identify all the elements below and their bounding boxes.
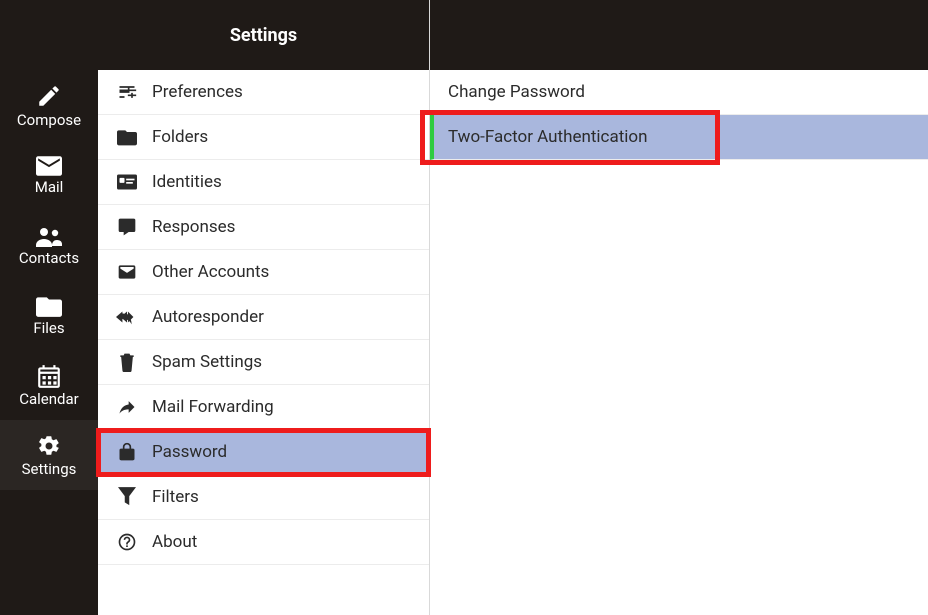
filter-icon	[114, 487, 140, 507]
envelope-open-icon	[114, 262, 140, 282]
nav-files-label: Files	[33, 321, 64, 336]
nav-mail-label: Mail	[35, 180, 64, 195]
nav-settings-label: Settings	[22, 462, 77, 477]
settings-item-label: Folders	[152, 127, 208, 147]
nav-contacts[interactable]: Contacts	[0, 210, 98, 280]
nav-calendar[interactable]: Calendar	[0, 350, 98, 420]
comment-icon	[114, 217, 140, 237]
sub-column: Change Password Two-Factor Authenticatio…	[430, 0, 928, 615]
settings-item-label: Identities	[152, 172, 222, 192]
sub-item-label: Change Password	[448, 82, 585, 102]
settings-item-label: Mail Forwarding	[152, 397, 274, 417]
settings-item-label: Spam Settings	[152, 352, 262, 372]
nav-rail: Compose Mail Contacts Files Calendar Set…	[0, 0, 98, 615]
gear-icon	[37, 434, 61, 458]
id-card-icon	[114, 174, 140, 190]
sub-header	[430, 0, 928, 70]
settings-item-label: Other Accounts	[152, 262, 269, 282]
settings-item-folders[interactable]: Folders	[98, 115, 429, 160]
files-icon	[36, 295, 62, 317]
settings-item-password[interactable]: Password	[98, 430, 429, 475]
folder-icon	[114, 128, 140, 146]
nav-contacts-label: Contacts	[19, 251, 79, 266]
settings-item-label: Responses	[152, 217, 235, 237]
nav-calendar-label: Calendar	[19, 392, 79, 407]
settings-item-about[interactable]: About	[98, 520, 429, 565]
compose-icon	[36, 83, 62, 109]
nav-mail[interactable]: Mail	[0, 140, 98, 210]
settings-title: Settings	[98, 0, 429, 70]
sliders-icon	[114, 82, 140, 102]
settings-item-identities[interactable]: Identities	[98, 160, 429, 205]
nav-settings[interactable]: Settings	[0, 420, 98, 490]
settings-list: Preferences Folders Identities Responses	[98, 70, 429, 615]
settings-item-label: About	[152, 532, 197, 552]
contacts-icon	[34, 225, 64, 247]
sub-item-two-factor[interactable]: Two-Factor Authentication	[430, 115, 928, 160]
settings-item-other-accounts[interactable]: Other Accounts	[98, 250, 429, 295]
settings-item-label: Password	[152, 442, 227, 462]
settings-item-responses[interactable]: Responses	[98, 205, 429, 250]
settings-item-label: Filters	[152, 487, 199, 507]
nav-compose-label: Compose	[17, 113, 81, 128]
settings-item-autoresponder[interactable]: Autoresponder	[98, 295, 429, 340]
settings-item-label: Autoresponder	[152, 307, 264, 327]
sub-item-label: Two-Factor Authentication	[448, 127, 647, 147]
question-circle-icon	[114, 532, 140, 552]
calendar-icon	[36, 364, 62, 388]
settings-column: Settings Preferences Folders Identities …	[98, 0, 430, 615]
lock-icon	[114, 442, 140, 462]
reply-all-icon	[114, 308, 140, 326]
mail-icon	[36, 156, 62, 176]
share-icon	[114, 397, 140, 417]
nav-files[interactable]: Files	[0, 280, 98, 350]
sub-item-change-password[interactable]: Change Password	[430, 70, 928, 115]
settings-item-label: Preferences	[152, 82, 243, 102]
sub-list: Change Password Two-Factor Authenticatio…	[430, 70, 928, 615]
settings-item-spam-settings[interactable]: Spam Settings	[98, 340, 429, 385]
settings-item-filters[interactable]: Filters	[98, 475, 429, 520]
trash-icon	[114, 352, 140, 372]
settings-item-mail-forwarding[interactable]: Mail Forwarding	[98, 385, 429, 430]
settings-item-preferences[interactable]: Preferences	[98, 70, 429, 115]
nav-compose[interactable]: Compose	[0, 70, 98, 140]
